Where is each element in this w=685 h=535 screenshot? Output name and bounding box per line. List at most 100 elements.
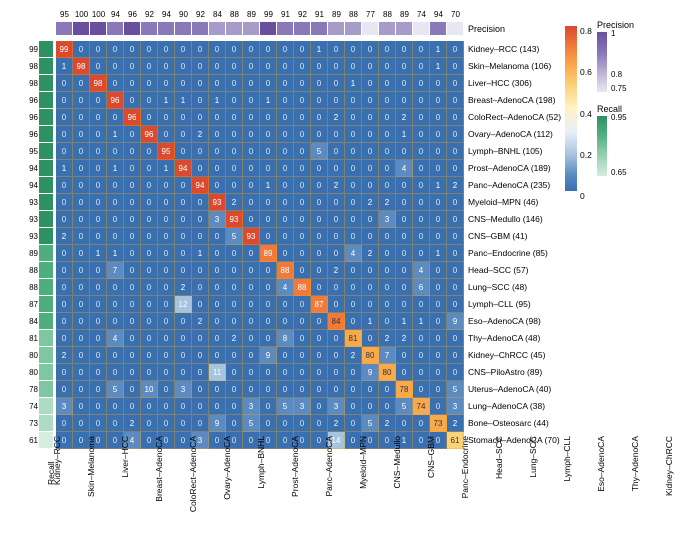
matrix-cell: 0 bbox=[141, 143, 158, 160]
matrix-cell: 0 bbox=[396, 245, 413, 262]
matrix-cell: 0 bbox=[158, 296, 175, 313]
matrix-cell: 0 bbox=[311, 245, 328, 262]
matrix-cell: 0 bbox=[226, 245, 243, 262]
matrix-cell: 0 bbox=[311, 313, 328, 330]
matrix-cell: 0 bbox=[362, 126, 379, 143]
matrix-cell: 1 bbox=[260, 92, 277, 109]
matrix-cell: 0 bbox=[90, 415, 107, 432]
matrix-cell: 0 bbox=[294, 330, 311, 347]
matrix-cell: 0 bbox=[379, 160, 396, 177]
column-label: Lymph–BNHL bbox=[256, 436, 266, 489]
matrix-cell: 0 bbox=[73, 194, 90, 211]
matrix-cell: 0 bbox=[430, 398, 447, 415]
matrix-cell: 0 bbox=[158, 245, 175, 262]
precision-value: 92 bbox=[192, 10, 209, 19]
recall-cell bbox=[39, 432, 53, 449]
matrix-cell: 0 bbox=[175, 398, 192, 415]
matrix-cell: 0 bbox=[192, 279, 209, 296]
matrix-cell: 0 bbox=[192, 296, 209, 313]
matrix-cell: 0 bbox=[447, 262, 464, 279]
row-label: CNS–Medullo (146) bbox=[464, 211, 561, 228]
matrix-cell: 0 bbox=[277, 313, 294, 330]
matrix-cell: 0 bbox=[277, 126, 294, 143]
matrix-cell: 0 bbox=[345, 228, 362, 245]
matrix-cell: 0 bbox=[413, 415, 430, 432]
column-label: Thy–AdenoCA bbox=[630, 436, 640, 491]
matrix-cell: 0 bbox=[90, 313, 107, 330]
precision-cell bbox=[124, 22, 141, 36]
matrix-cell: 0 bbox=[345, 262, 362, 279]
precision-cell bbox=[243, 22, 260, 36]
matrix-cell: 0 bbox=[226, 75, 243, 92]
matrix-cell: 78 bbox=[396, 381, 413, 398]
matrix-cell: 0 bbox=[379, 296, 396, 313]
recall-value: 78 bbox=[24, 381, 38, 398]
matrix-cell: 0 bbox=[294, 75, 311, 92]
matrix-cell: 0 bbox=[345, 41, 362, 58]
matrix-cell: 0 bbox=[260, 381, 277, 398]
matrix-cell: 2 bbox=[328, 415, 345, 432]
precision-tick: 1 bbox=[611, 29, 615, 38]
recall-value-labels: 9998989696969594949393938988888784818080… bbox=[24, 41, 38, 449]
row-category-labels: Kidney–RCC (143)Skin–Melanoma (106)Liver… bbox=[464, 41, 561, 449]
matrix-cell: 0 bbox=[362, 228, 379, 245]
matrix-cell: 0 bbox=[158, 228, 175, 245]
matrix-cell: 5 bbox=[243, 415, 260, 432]
recall-cell bbox=[39, 398, 53, 415]
matrix-cell: 2 bbox=[226, 194, 243, 211]
matrix-cell: 3 bbox=[175, 381, 192, 398]
matrix-cell: 0 bbox=[124, 245, 141, 262]
matrix-cell: 0 bbox=[328, 330, 345, 347]
matrix-cell: 1 bbox=[396, 126, 413, 143]
matrix-cell: 1 bbox=[107, 160, 124, 177]
precision-value: 94 bbox=[158, 10, 175, 19]
matrix-cell: 0 bbox=[124, 194, 141, 211]
precision-value-labels: 9510010094969294909284888999919291898877… bbox=[56, 10, 464, 19]
matrix-cell: 0 bbox=[141, 211, 158, 228]
precision-value: 94 bbox=[430, 10, 447, 19]
recall-value: 89 bbox=[24, 245, 38, 262]
matrix-cell: 0 bbox=[226, 364, 243, 381]
matrix-cell: 0 bbox=[192, 92, 209, 109]
matrix-cell: 2 bbox=[192, 126, 209, 143]
matrix-cell: 1 bbox=[56, 160, 73, 177]
matrix-cell: 0 bbox=[311, 58, 328, 75]
matrix-cell: 0 bbox=[447, 245, 464, 262]
matrix-cell: 0 bbox=[107, 228, 124, 245]
matrix-cell: 0 bbox=[56, 245, 73, 262]
matrix-cell: 0 bbox=[328, 347, 345, 364]
row-label: Lung–SCC (48) bbox=[464, 279, 561, 296]
matrix-cell: 0 bbox=[243, 279, 260, 296]
matrix-cell: 0 bbox=[243, 347, 260, 364]
matrix-cell: 74 bbox=[413, 398, 430, 415]
matrix-cell: 0 bbox=[158, 381, 175, 398]
matrix-cell: 0 bbox=[362, 330, 379, 347]
matrix-cell: 0 bbox=[345, 126, 362, 143]
matrix-cell: 4 bbox=[413, 262, 430, 279]
row-label: Panc–Endocrine (85) bbox=[464, 245, 561, 262]
matrix-cell: 0 bbox=[294, 41, 311, 58]
row-label: Lymph–BNHL (105) bbox=[464, 143, 561, 160]
matrix-cell: 0 bbox=[226, 313, 243, 330]
matrix-cell: 0 bbox=[107, 143, 124, 160]
matrix-cell: 2 bbox=[362, 245, 379, 262]
matrix-cell: 0 bbox=[277, 177, 294, 194]
matrix-cell: 0 bbox=[192, 109, 209, 126]
precision-cell bbox=[311, 22, 328, 36]
matrix-cell: 0 bbox=[430, 211, 447, 228]
matrix-cell: 0 bbox=[90, 160, 107, 177]
matrix-cell: 2 bbox=[328, 262, 345, 279]
matrix-cell: 0 bbox=[141, 347, 158, 364]
matrix-cell: 0 bbox=[141, 245, 158, 262]
matrix-cell: 0 bbox=[362, 92, 379, 109]
matrix-cell: 5 bbox=[107, 381, 124, 398]
matrix-cell: 0 bbox=[328, 381, 345, 398]
recall-cell bbox=[39, 245, 53, 262]
precision-cell bbox=[379, 22, 396, 36]
matrix-cell: 5 bbox=[396, 398, 413, 415]
column-label: CNS–Medullo bbox=[392, 436, 402, 488]
matrix-cell: 0 bbox=[447, 160, 464, 177]
matrix-cell: 0 bbox=[90, 41, 107, 58]
matrix-cell: 0 bbox=[243, 109, 260, 126]
matrix-cell: 0 bbox=[396, 347, 413, 364]
